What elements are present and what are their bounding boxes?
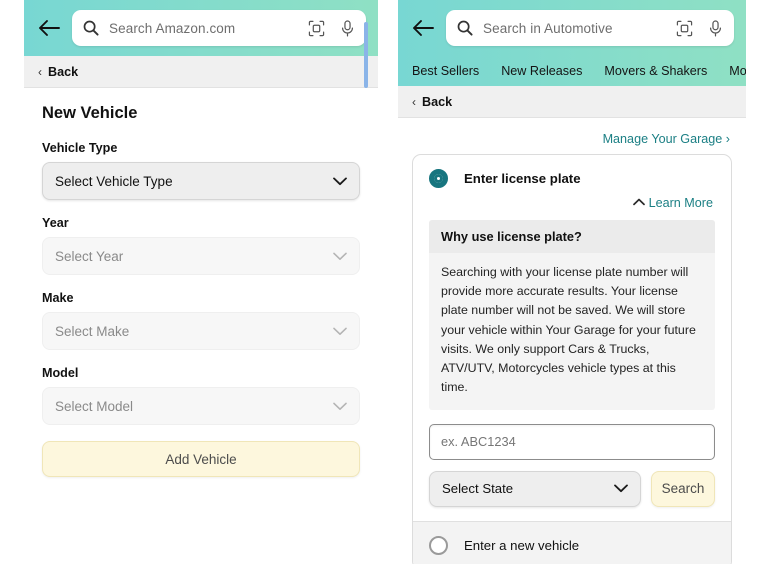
chevron-down-icon: [614, 482, 628, 495]
field-label: Model: [42, 366, 360, 380]
search-icon: [82, 19, 100, 37]
nav-link-new-releases[interactable]: New Releases: [501, 64, 582, 78]
nav-link-best-sellers[interactable]: Best Sellers: [412, 64, 479, 78]
field-model: Model Select Model: [42, 366, 360, 425]
model-select[interactable]: Select Model: [42, 387, 360, 425]
left-search-header: Search Amazon.com: [24, 0, 378, 56]
nav-link-most-wished[interactable]: Most W: [729, 64, 746, 78]
screenshot-root: Search Amazon.com ‹ Back New Vehicle Veh…: [0, 0, 780, 564]
field-label: Make: [42, 291, 360, 305]
radio-unselected-icon[interactable]: [429, 536, 448, 555]
state-select[interactable]: Select State: [429, 471, 641, 507]
search-placeholder-text: Search in Automotive: [483, 21, 666, 36]
chevron-down-icon: [333, 325, 347, 338]
search-input[interactable]: Search in Automotive: [446, 10, 734, 46]
back-label: Back: [422, 95, 452, 109]
left-panel: Search Amazon.com ‹ Back New Vehicle Veh…: [24, 0, 378, 564]
option-label: Enter a new vehicle: [464, 538, 579, 553]
search-icon: [456, 19, 474, 37]
left-back-bar[interactable]: ‹ Back: [24, 56, 378, 88]
state-select-value: Select State: [442, 481, 513, 496]
field-year: Year Select Year: [42, 216, 360, 275]
chevron-left-icon: ‹: [38, 66, 42, 78]
field-label: Vehicle Type: [42, 141, 360, 155]
page-title: New Vehicle: [42, 104, 360, 123]
license-plate-info-box: Why use license plate? Searching with yo…: [429, 220, 715, 410]
make-select[interactable]: Select Make: [42, 312, 360, 350]
microphone-icon[interactable]: [706, 19, 724, 37]
info-box-title: Why use license plate?: [429, 220, 715, 253]
camera-scan-icon[interactable]: [675, 19, 693, 37]
state-and-search-row: Select State Search: [429, 471, 715, 507]
horizontal-scrollbar[interactable]: [364, 22, 368, 88]
field-label: Year: [42, 216, 360, 230]
microphone-icon[interactable]: [338, 19, 356, 37]
info-box-body: Searching with your license plate number…: [429, 253, 715, 410]
option-enter-license-plate[interactable]: Enter license plate: [429, 169, 715, 188]
radio-selected-icon[interactable]: [429, 169, 448, 188]
learn-more-row: Learn More: [429, 196, 715, 210]
license-plate-section: Enter license plate Learn More Why use l…: [413, 155, 731, 521]
search-input[interactable]: Search Amazon.com: [72, 10, 366, 46]
nav-link-movers-shakers[interactable]: Movers & Shakers: [604, 64, 707, 78]
right-back-bar[interactable]: ‹ Back: [398, 86, 746, 118]
new-vehicle-section: Enter a new vehicle: [413, 522, 731, 564]
chevron-left-icon: ‹: [412, 96, 416, 108]
select-value: Select Model: [55, 399, 133, 414]
manage-your-garage-link[interactable]: Manage Your Garage ›: [603, 132, 730, 146]
vehicle-type-select[interactable]: Select Vehicle Type: [42, 162, 360, 200]
left-panel-body: New Vehicle Vehicle Type Select Vehicle …: [24, 88, 378, 477]
select-value: Select Year: [55, 249, 123, 264]
chevron-down-icon: [333, 400, 347, 413]
chevron-down-icon: [333, 175, 347, 188]
right-search-header: Search in Automotive Best Sellers New Re…: [398, 0, 746, 86]
right-panel-body: Manage Your Garage › Enter license plate…: [398, 118, 746, 564]
field-make: Make Select Make: [42, 291, 360, 350]
search-placeholder-text: Search Amazon.com: [109, 21, 298, 36]
chevron-down-icon: [333, 250, 347, 263]
option-label: Enter license plate: [464, 171, 581, 186]
back-label: Back: [48, 65, 78, 79]
arrow-left-icon[interactable]: [36, 15, 62, 41]
chevron-up-icon: [633, 197, 645, 209]
right-panel: Search in Automotive Best Sellers New Re…: [398, 0, 746, 564]
vehicle-option-card: Enter license plate Learn More Why use l…: [412, 154, 732, 564]
category-nav-strip: Best Sellers New Releases Movers & Shake…: [398, 56, 746, 86]
year-select[interactable]: Select Year: [42, 237, 360, 275]
license-plate-placeholder: ex. ABC1234: [441, 434, 516, 449]
learn-more-label: Learn More: [649, 196, 713, 210]
add-vehicle-button[interactable]: Add Vehicle: [42, 441, 360, 477]
camera-scan-icon[interactable]: [307, 19, 325, 37]
license-plate-input[interactable]: ex. ABC1234: [429, 424, 715, 460]
field-vehicle-type: Vehicle Type Select Vehicle Type: [42, 141, 360, 200]
arrow-left-icon[interactable]: [410, 15, 436, 41]
garage-link-row: Manage Your Garage ›: [412, 118, 732, 154]
select-value: Select Make: [55, 324, 129, 339]
learn-more-toggle[interactable]: Learn More: [633, 196, 713, 210]
option-enter-new-vehicle[interactable]: Enter a new vehicle: [429, 536, 715, 555]
select-value: Select Vehicle Type: [55, 174, 173, 189]
search-button[interactable]: Search: [651, 471, 715, 507]
